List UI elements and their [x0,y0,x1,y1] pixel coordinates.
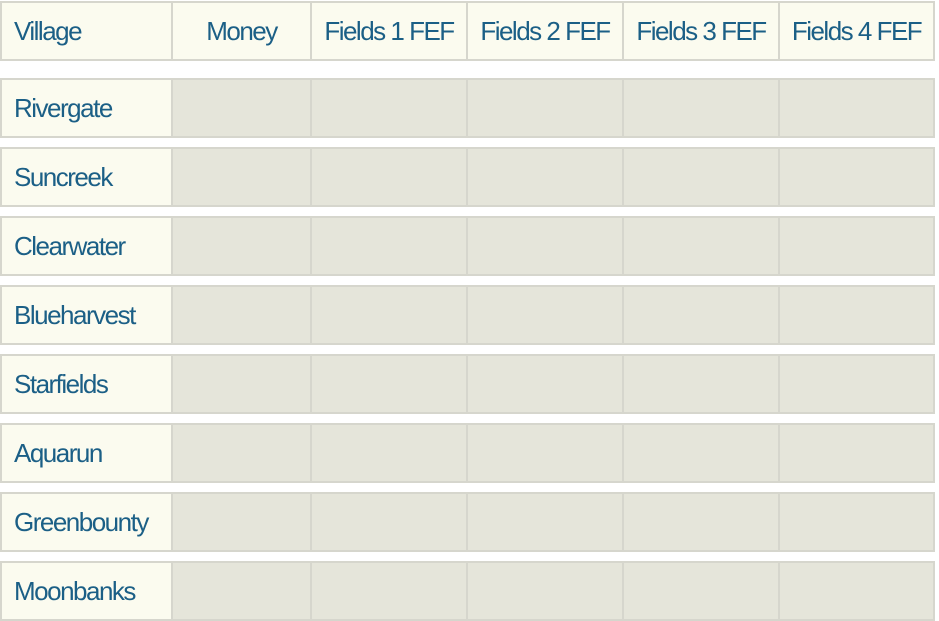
fields-3-fef-cell[interactable] [622,147,780,207]
column-header-fields-4-fef: Fields 4 FEF [778,1,935,61]
fields-2-fef-cell[interactable] [466,561,624,621]
village-name: Aquarun [0,423,173,483]
fields-2-fef-cell[interactable] [466,147,624,207]
fields-1-fef-cell[interactable] [310,147,468,207]
village-name: Suncreek [0,147,173,207]
fields-4-fef-cell[interactable] [778,354,935,414]
money-cell[interactable] [171,492,312,552]
fields-1-fef-cell[interactable] [310,285,468,345]
fields-4-fef-cell[interactable] [778,492,935,552]
fields-3-fef-cell[interactable] [622,423,780,483]
village-name: Blueharvest [0,285,173,345]
village-name: Moonbanks [0,561,173,621]
table-row: Greenbounty [0,492,939,552]
fields-1-fef-cell[interactable] [310,78,468,138]
table-row: Suncreek [0,147,939,207]
fields-4-fef-cell[interactable] [778,147,935,207]
money-cell[interactable] [171,561,312,621]
fields-4-fef-cell[interactable] [778,285,935,345]
money-cell[interactable] [171,216,312,276]
column-header-village: Village [0,1,173,61]
fields-1-fef-cell[interactable] [310,492,468,552]
column-header-fields-3-fef: Fields 3 FEF [622,1,780,61]
table-row: Rivergate [0,78,939,138]
fields-3-fef-cell[interactable] [622,216,780,276]
money-cell[interactable] [171,354,312,414]
fields-4-fef-cell[interactable] [778,423,935,483]
village-name: Greenbounty [0,492,173,552]
fields-3-fef-cell[interactable] [622,354,780,414]
fields-2-fef-cell[interactable] [466,216,624,276]
fields-2-fef-cell[interactable] [466,354,624,414]
money-cell[interactable] [171,78,312,138]
table-row: Aquarun [0,423,939,483]
fields-3-fef-cell[interactable] [622,78,780,138]
fields-2-fef-cell[interactable] [466,423,624,483]
fields-1-fef-cell[interactable] [310,354,468,414]
money-cell[interactable] [171,285,312,345]
fields-4-fef-cell[interactable] [778,561,935,621]
column-header-fields-2-fef: Fields 2 FEF [466,1,624,61]
village-name: Rivergate [0,78,173,138]
table-row: Starfields [0,354,939,414]
money-cell[interactable] [171,147,312,207]
fields-1-fef-cell[interactable] [310,216,468,276]
column-header-fields-1-fef: Fields 1 FEF [310,1,468,61]
fields-3-fef-cell[interactable] [622,285,780,345]
fields-1-fef-cell[interactable] [310,561,468,621]
village-name: Starfields [0,354,173,414]
table-row: Clearwater [0,216,939,276]
fields-2-fef-cell[interactable] [466,492,624,552]
fields-1-fef-cell[interactable] [310,423,468,483]
table-row: Moonbanks [0,561,939,621]
money-cell[interactable] [171,423,312,483]
fields-4-fef-cell[interactable] [778,78,935,138]
fields-4-fef-cell[interactable] [778,216,935,276]
table-row: Blueharvest [0,285,939,345]
village-name: Clearwater [0,216,173,276]
fields-2-fef-cell[interactable] [466,78,624,138]
fields-3-fef-cell[interactable] [622,492,780,552]
column-header-money: Money [171,1,312,61]
fields-2-fef-cell[interactable] [466,285,624,345]
fields-3-fef-cell[interactable] [622,561,780,621]
table-header: Village Money Fields 1 FEF Fields 2 FEF … [0,1,939,61]
